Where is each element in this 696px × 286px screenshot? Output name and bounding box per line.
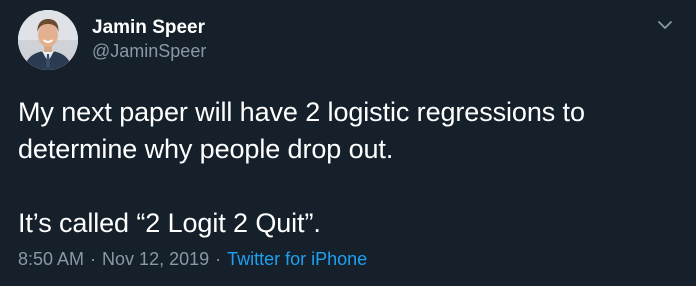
tweet-meta: 8:50 AM · Nov 12, 2019 · Twitter for iPh… <box>18 248 367 270</box>
meta-separator: · <box>90 249 97 269</box>
tweet-header: Jamin Speer @JaminSpeer <box>18 8 678 72</box>
avatar[interactable] <box>18 10 78 70</box>
author-handle[interactable]: @JaminSpeer <box>92 40 206 62</box>
tweet-time[interactable]: 8:50 AM <box>18 248 84 270</box>
tweet-text: My next paper will have 2 logistic regre… <box>18 97 585 238</box>
tweet-source-link[interactable]: Twitter for iPhone <box>227 248 367 270</box>
tweet-date[interactable]: Nov 12, 2019 <box>102 248 209 270</box>
tweet-card: Jamin Speer @JaminSpeer My next paper wi… <box>0 0 696 286</box>
meta-separator: · <box>215 249 222 269</box>
author-names: Jamin Speer @JaminSpeer <box>92 16 206 62</box>
chevron-down-icon[interactable] <box>654 14 676 36</box>
author-display-name[interactable]: Jamin Speer <box>92 16 206 40</box>
avatar-photo <box>18 10 78 70</box>
